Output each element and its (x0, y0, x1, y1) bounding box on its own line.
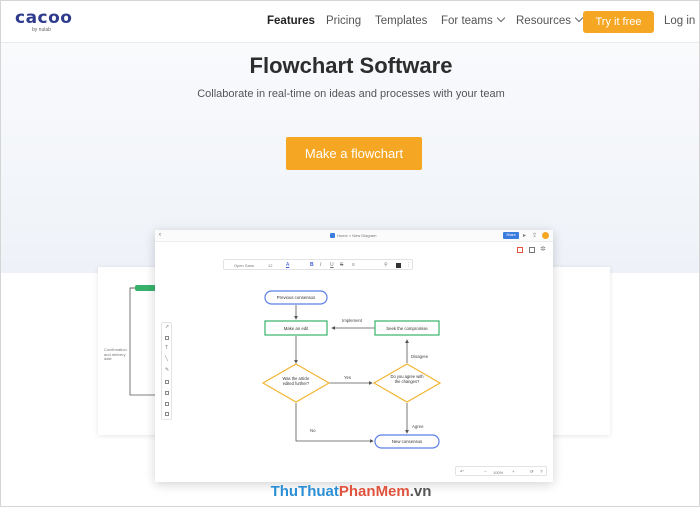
node-start-label: Previous consensus (276, 295, 316, 300)
help-icon[interactable]: ? (540, 469, 543, 474)
cacoo-logo[interactable]: cacoo by nulab (15, 8, 73, 33)
flowchart-canvas[interactable] (155, 230, 553, 482)
zoom-level[interactable]: 100% (493, 470, 503, 475)
nav-features[interactable]: Features (267, 15, 315, 27)
nav-for-teams-label: For teams (441, 15, 493, 27)
chevron-down-icon (496, 13, 506, 23)
edge-label-agree: Agree (412, 424, 424, 429)
nav-pricing[interactable]: Pricing (326, 15, 361, 27)
login-link[interactable]: Log in (664, 15, 695, 27)
page-subtitle: Collaborate in real-time on ideas and pr… (197, 88, 505, 100)
node-decision2-label: Do you agree with the changes? (390, 374, 424, 384)
top-nav: cacoo by nulab Features Pricing Template… (1, 1, 699, 43)
nav-resources[interactable]: Resources (516, 13, 584, 27)
logo-subtext: by nulab (32, 27, 51, 33)
watermark-part1: ThuThuat (270, 483, 339, 500)
node-compromise-label: Seek the compromise (386, 325, 428, 331)
page-title: Flowchart Software (249, 53, 453, 78)
nav-for-teams[interactable]: For teams (441, 13, 506, 27)
try-it-free-button[interactable]: Try it free (583, 11, 654, 33)
zoom-in-icon[interactable]: + (512, 469, 515, 474)
zoom-controls: ↶ − 100% + ⟳ ? (455, 466, 547, 476)
watermark-part3: .vn (409, 483, 432, 500)
background-card-right (546, 267, 610, 435)
node-edit-label: Make an edit (283, 325, 309, 331)
undo-icon[interactable]: ↶ (460, 469, 464, 475)
logo-text: cacoo (15, 8, 73, 28)
history-icon[interactable]: ⟳ (530, 469, 534, 475)
edge-label-disagree: Disagree (411, 354, 429, 359)
edge-label-implement: Implement (342, 318, 363, 323)
edge-decision1-end (295, 403, 374, 443)
edge-label-yes: Yes (344, 375, 352, 380)
zoom-out-icon[interactable]: − (484, 469, 487, 474)
editor-window: ‹ Home > New Diagram Share ▸ ⇪ ✲ Open Sa… (155, 230, 553, 482)
node-decision1-label: Was the article edited further? (282, 376, 310, 386)
edge-label-no: No (310, 428, 316, 433)
watermark: ThuThuatPhanMem.vn (1, 483, 699, 506)
node-end-label: New consensus (391, 439, 423, 444)
nav-resources-label: Resources (516, 15, 571, 27)
nav-templates[interactable]: Templates (375, 15, 427, 27)
page: cacoo by nulab Features Pricing Template… (0, 0, 700, 507)
make-flowchart-button[interactable]: Make a flowchart (286, 137, 422, 170)
card-label: Confirmation and delivery date (104, 347, 127, 361)
watermark-part2: PhanMem (338, 483, 410, 500)
chevron-down-icon (574, 13, 584, 23)
